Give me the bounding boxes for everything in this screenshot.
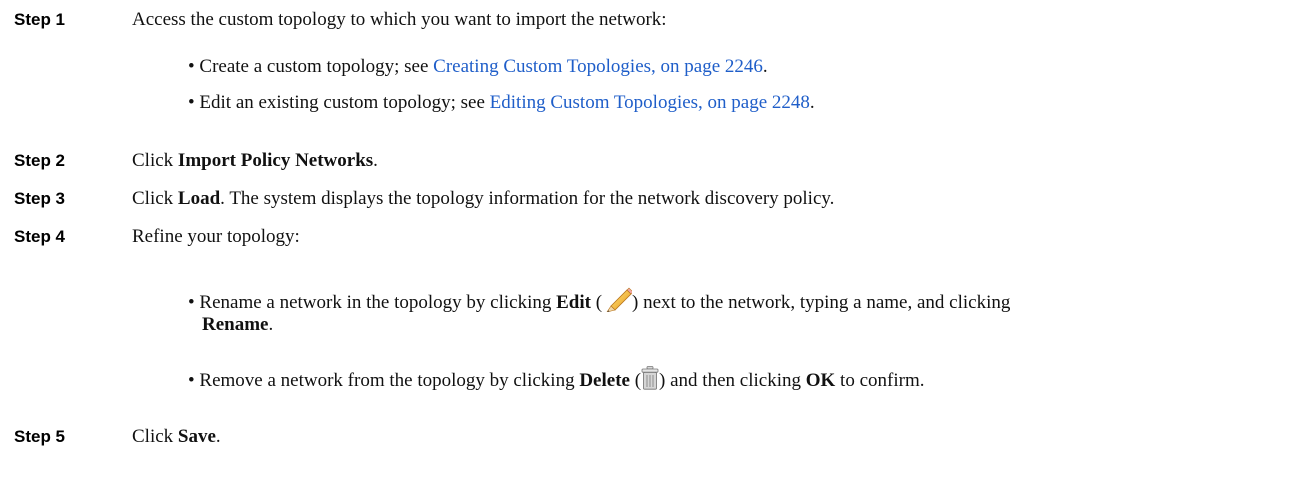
step-4-label: Step 4	[14, 227, 66, 246]
pencil-icon	[602, 286, 634, 318]
save-term: Save	[177, 426, 216, 447]
step-2-pre: Click	[132, 150, 178, 171]
step-3-text: Click Load. The system displays the topo…	[132, 188, 834, 210]
step-4-bullet-1-cont: Rename.	[202, 314, 273, 336]
step-2-post: .	[373, 150, 378, 171]
bullet-text-end: .	[268, 314, 274, 335]
import-policy-networks-term: Import Policy Networks	[177, 150, 374, 171]
step-5-text: Click Save.	[132, 426, 221, 448]
step-1-bullet-2: • Edit an existing custom topology; see …	[188, 92, 815, 114]
bullet-symbol: •	[188, 92, 195, 113]
bullet-text-end: .	[809, 92, 815, 113]
creating-custom-topologies-link[interactable]: Creating Custom Topologies, on page 2246	[433, 56, 763, 77]
bullet-text: Remove a network from the topology by cl…	[199, 370, 580, 391]
trash-icon	[641, 366, 659, 396]
bullet-symbol: •	[188, 370, 195, 391]
step-2-label: Step 2	[14, 151, 66, 170]
rename-term: Rename	[202, 314, 269, 335]
step-3-post: . The system displays the topology infor…	[220, 188, 835, 209]
load-term: Load	[177, 188, 221, 209]
step-5-post: .	[215, 426, 221, 447]
ok-term: OK	[805, 370, 836, 391]
bullet-text: Create a custom topology; see	[199, 56, 434, 77]
paren-open: (	[590, 292, 603, 313]
delete-term: Delete	[579, 370, 630, 391]
edit-term: Edit	[556, 292, 591, 313]
bullet-symbol: •	[188, 292, 195, 313]
step-3-label: Step 3	[14, 189, 66, 208]
bullet-text: Edit an existing custom topology; see	[199, 92, 490, 113]
paren-open: (	[629, 370, 642, 391]
step-1-label: Step 1	[14, 10, 66, 29]
bullet-text-end: to confirm.	[835, 370, 925, 391]
step-4-text: Refine your topology:	[132, 226, 300, 247]
step-3-pre: Click	[132, 188, 178, 209]
step-4-bullet-2: • Remove a network from the topology by …	[188, 366, 924, 396]
bullet-text-mid: ) next to the network, typing a name, an…	[632, 292, 1011, 313]
step-5-pre: Click	[132, 426, 178, 447]
step-1-bullet-1: • Create a custom topology; see Creating…	[188, 56, 768, 78]
editing-custom-topologies-link[interactable]: Editing Custom Topologies, on page 2248	[490, 92, 810, 113]
step-1-text: Access the custom topology to which you …	[132, 9, 667, 30]
step-5-label: Step 5	[14, 427, 66, 446]
bullet-symbol: •	[188, 56, 195, 77]
step-2-text: Click Import Policy Networks.	[132, 150, 378, 172]
bullet-text: Rename a network in the topology by clic…	[199, 292, 557, 313]
step-4-bullet-1: • Rename a network in the topology by cl…	[188, 286, 1010, 318]
bullet-text-end: .	[762, 56, 768, 77]
bullet-text-mid: ) and then clicking	[659, 370, 806, 391]
